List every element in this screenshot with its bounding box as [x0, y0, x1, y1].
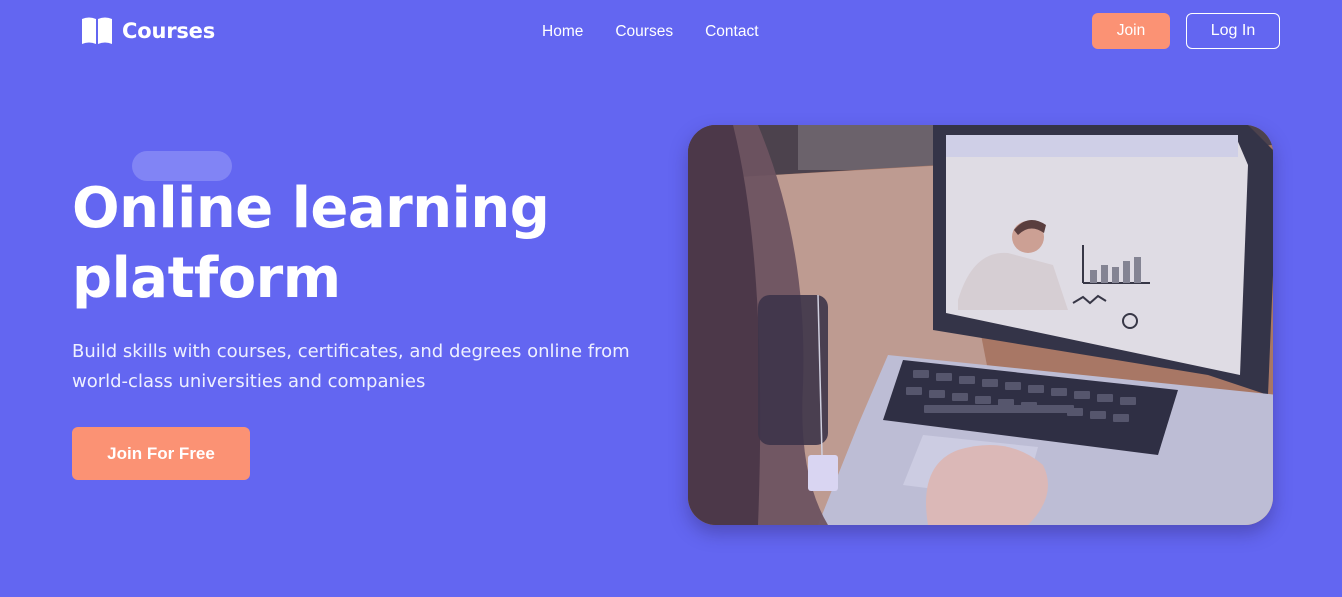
hero-subtitle: Build skills with courses, certificates,… [72, 337, 652, 397]
nav-link-contact[interactable]: Contact [705, 23, 758, 41]
nav-link-home[interactable]: Home [542, 23, 583, 41]
brand-logo[interactable]: Courses [80, 16, 215, 46]
hero-title: Online learning platform [72, 174, 632, 314]
brand-name: Courses [122, 19, 215, 43]
hero-title-line-1: Online learning [72, 176, 550, 241]
hero-subtitle-line-1: Build skills with courses, certificates,… [72, 341, 630, 362]
login-button[interactable]: Log In [1186, 13, 1280, 49]
book-open-icon [80, 16, 114, 46]
hero-subtitle-line-2: world-class universities and companies [72, 371, 426, 392]
main-nav: Home Courses Contact [542, 23, 759, 41]
hero-photo [688, 125, 1273, 525]
hero-title-line-2: platform [72, 246, 341, 311]
join-for-free-button[interactable]: Join For Free [72, 427, 250, 480]
nav-link-courses[interactable]: Courses [615, 23, 673, 41]
join-button[interactable]: Join [1092, 13, 1170, 49]
student-laptop-illustration [688, 125, 1273, 525]
